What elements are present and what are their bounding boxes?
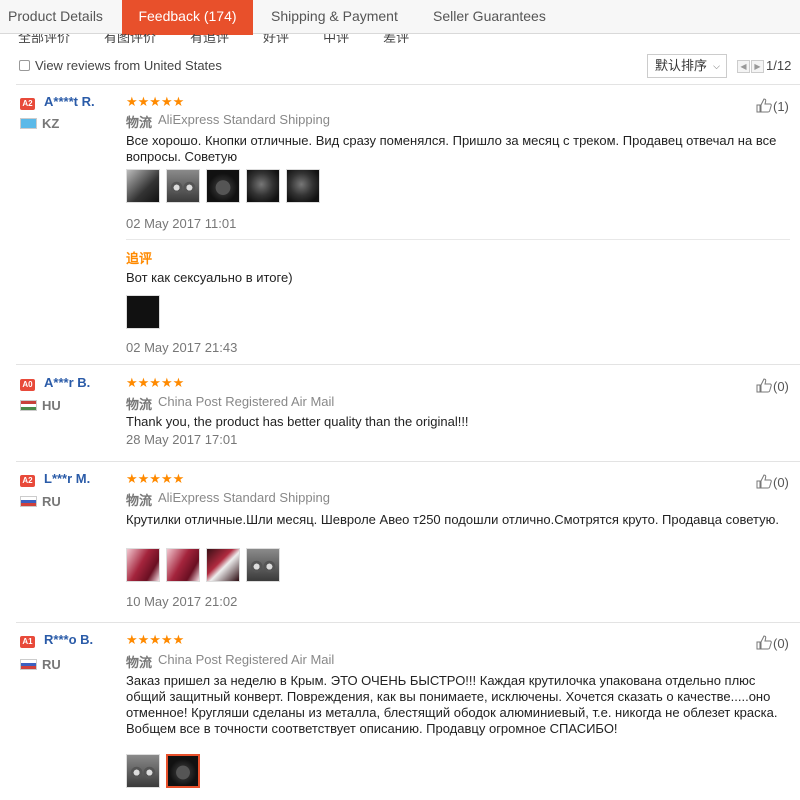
followup-divider xyxy=(126,239,790,240)
review-photo[interactable] xyxy=(126,754,160,788)
review-photo[interactable] xyxy=(206,169,240,203)
rating-filter-strip: 全部评价 有图评价 有追评 好评 中评 差评 xyxy=(0,34,800,43)
review-text: Крутилки отличные.Шли месяц. Шевроле Аве… xyxy=(126,512,779,527)
thumbs-up-icon xyxy=(756,474,772,489)
sort-select[interactable]: 默认排序 ⌵ xyxy=(647,54,727,78)
reviewer-name[interactable]: A****t R. xyxy=(44,94,95,109)
flag-ru-icon xyxy=(20,496,37,507)
helpful-button[interactable]: (0) xyxy=(756,376,789,394)
tab-feedback[interactable]: Feedback (174) xyxy=(122,0,253,35)
review-photo[interactable] xyxy=(166,754,200,788)
view-us-label[interactable]: View reviews from United States xyxy=(35,58,222,73)
flag-ru-icon xyxy=(20,659,37,670)
flag-kz-icon xyxy=(20,118,37,129)
helpful-button[interactable]: (0) xyxy=(756,472,789,490)
tab-seller-guarantees[interactable]: Seller Guarantees xyxy=(433,0,546,34)
divider xyxy=(16,622,800,623)
divider xyxy=(16,84,800,85)
shipping-method: China Post Registered Air Mail xyxy=(158,394,335,409)
helpful-count: (0) xyxy=(773,636,789,651)
helpful-count: (0) xyxy=(773,475,789,490)
helpful-button[interactable]: (1) xyxy=(756,96,789,114)
star-rating: ★★★★★ xyxy=(126,471,185,486)
shipping-method: AliExpress Standard Shipping xyxy=(158,490,330,505)
review-date: 02 May 2017 11:01 xyxy=(126,216,237,231)
shipping-method: AliExpress Standard Shipping xyxy=(158,112,330,127)
helpful-button[interactable]: (0) xyxy=(756,633,789,651)
next-page-button[interactable]: ▶ xyxy=(751,60,764,73)
followup-date: 02 May 2017 21:43 xyxy=(126,340,238,355)
view-us-checkbox[interactable] xyxy=(19,60,30,71)
divider xyxy=(16,461,800,462)
rating-filter-strip-clipped: 全部评价 有图评价 有追评 好评 中评 差评 xyxy=(18,34,410,43)
helpful-count: (0) xyxy=(773,379,789,394)
prev-page-button[interactable]: ◀ xyxy=(737,60,750,73)
tab-product-details[interactable]: Product Details xyxy=(8,0,103,34)
review-date: 28 May 2017 17:01 xyxy=(126,432,238,447)
review-toolbar: View reviews from United States 默认排序 ⌵ ◀… xyxy=(0,54,800,82)
helpful-count: (1) xyxy=(773,99,789,114)
followup-photo[interactable] xyxy=(126,295,160,329)
followup-label: 追评 xyxy=(126,251,153,266)
shipping-prefix: 物流 xyxy=(126,115,153,130)
shipping-prefix: 物流 xyxy=(126,397,153,412)
review-photo[interactable] xyxy=(166,548,200,582)
thumbs-up-icon xyxy=(756,98,772,113)
reviewer-name[interactable]: L***r M. xyxy=(44,471,90,486)
divider xyxy=(16,364,800,365)
thumbs-up-icon xyxy=(756,378,772,393)
reviewer-name[interactable]: A***r B. xyxy=(44,375,90,390)
reviewer-country: KZ xyxy=(42,116,60,131)
review-photo[interactable] xyxy=(126,548,160,582)
tab-bar: Product Details Feedback (174) Shipping … xyxy=(0,0,800,35)
review-photo[interactable] xyxy=(166,169,200,203)
buyer-level-badge: A2 xyxy=(20,98,35,110)
review-photo[interactable] xyxy=(206,548,240,582)
reviewer-country: RU xyxy=(42,657,61,672)
page-indicator: 1/12 xyxy=(766,58,792,73)
thumbs-up-icon xyxy=(756,635,772,650)
review-date: 10 May 2017 21:02 xyxy=(126,594,238,609)
reviewer-country: HU xyxy=(42,398,61,413)
review-photo[interactable] xyxy=(286,169,320,203)
star-rating: ★★★★★ xyxy=(126,94,185,109)
star-rating: ★★★★★ xyxy=(126,375,185,390)
star-rating: ★★★★★ xyxy=(126,632,185,647)
shipping-prefix: 物流 xyxy=(126,655,153,670)
tab-shipping-payment[interactable]: Shipping & Payment xyxy=(271,0,398,34)
review-text: Все хорошо. Кнопки отличные. Вид сразу п… xyxy=(126,133,777,164)
buyer-level-badge: A1 xyxy=(20,636,35,648)
sort-select-label: 默认排序 xyxy=(655,58,708,73)
chevron-down-icon: ⌵ xyxy=(713,61,720,71)
review-photo[interactable] xyxy=(246,169,280,203)
review-text: Thank you, the product has better qualit… xyxy=(126,414,469,429)
followup-text: Вот как сексуально в итоге) xyxy=(126,270,293,285)
flag-hu-icon xyxy=(20,400,37,411)
buyer-level-badge: A0 xyxy=(20,379,35,391)
shipping-method: China Post Registered Air Mail xyxy=(158,652,335,667)
review-text: Заказ пришел за неделю в Крым. ЭТО ОЧЕНЬ… xyxy=(126,673,778,736)
reviewer-country: RU xyxy=(42,494,61,509)
review-photo[interactable] xyxy=(246,548,280,582)
buyer-level-badge: A2 xyxy=(20,475,35,487)
shipping-prefix: 物流 xyxy=(126,493,153,508)
reviewer-name[interactable]: R***o B. xyxy=(44,632,93,647)
review-photo[interactable] xyxy=(126,169,160,203)
